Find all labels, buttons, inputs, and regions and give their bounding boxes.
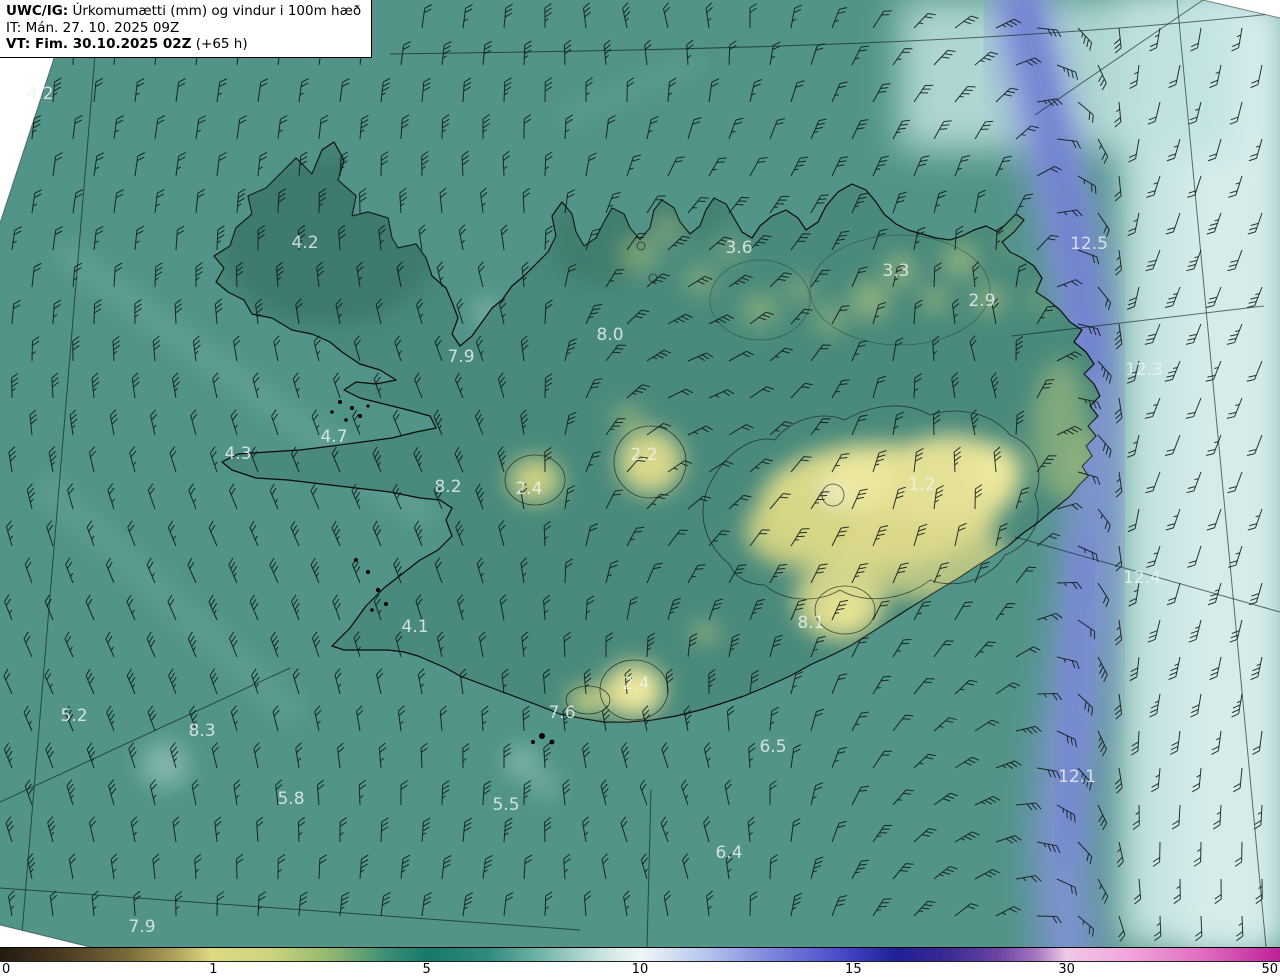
lead-time: (+65 h) xyxy=(191,36,248,52)
colorbar-tick: 30 xyxy=(1058,962,1075,977)
contour-value-label: 2.4 xyxy=(622,674,649,694)
contour-value-label: 2.9 xyxy=(968,291,995,311)
init-time-line: IT: Mán. 27. 10. 2025 09Z xyxy=(6,19,180,36)
contour-value-label: 7.9 xyxy=(447,347,474,367)
contour-value-label: 4.1 xyxy=(401,617,428,637)
contour-value-label: 7.9 xyxy=(128,917,155,937)
contour-value-label: 4.2 xyxy=(291,233,318,253)
contour-value-label: 12.1 xyxy=(1058,767,1096,787)
colorbar xyxy=(0,947,1280,962)
contour-value-label: 7.6 xyxy=(548,703,575,723)
contour-value-label: 4.3 xyxy=(224,444,251,464)
contour-value-label: 5.8 xyxy=(277,789,304,809)
contour-value-label: 8.1 xyxy=(797,613,824,633)
title-box: UWC/IG: Úrkomumætti (mm) og vindur i 100… xyxy=(0,0,373,58)
contour-value-label: 12.4 xyxy=(1123,568,1161,588)
contour-value-label: 4.7 xyxy=(320,427,347,447)
contour-value-label: 8.0 xyxy=(596,325,623,345)
contour-value-label: 2.4 xyxy=(515,479,542,499)
contour-value-label: 6.4 xyxy=(715,843,742,863)
contour-value-label: 3.3 xyxy=(882,261,909,281)
valid-time-line: VT: Fim. 30.10.2025 02Z (+65 h) xyxy=(6,36,361,53)
colorbar-labels: 0 1 5 10 15 30 50 xyxy=(0,962,1280,978)
map-title-line: UWC/IG: Úrkomumætti (mm) og vindur i 100… xyxy=(6,3,361,20)
colorbar-tick: 50 xyxy=(1261,962,1278,977)
contour-value-label: 6.5 xyxy=(759,737,786,757)
contour-value-label: 3.6 xyxy=(725,238,752,258)
contour-value-label: 4.2 xyxy=(26,84,53,104)
contour-value-label: 1.2 xyxy=(908,475,935,495)
map-area: 4.2 4.2 3.6 3.3 2.9 12.5 8.0 7.9 12.3 4.7 4.3 2.2 8.… xyxy=(0,0,1280,947)
valid-time: VT: Fim. 30.10.2025 02Z xyxy=(6,36,192,52)
product-description: Úrkomumætti (mm) og vindur i 100m hæð xyxy=(68,3,362,19)
colorbar-tick: 1 xyxy=(209,962,218,977)
colorbar-tick: 10 xyxy=(631,962,649,977)
colorbar-tick: 5 xyxy=(422,962,431,977)
colorbar-tick: 0 xyxy=(2,962,11,977)
contour-value-label: 5.5 xyxy=(492,795,519,815)
colorbar-tick: 15 xyxy=(845,962,862,977)
product-id: UWC/IG: xyxy=(6,3,69,19)
contour-value-label: 12.3 xyxy=(1125,360,1163,380)
contour-value-label: 8.2 xyxy=(434,477,461,497)
precipitation-wind-map: 4.2 4.2 3.6 3.3 2.9 12.5 8.0 7.9 12.3 4.7 4.3 2.2 8.… xyxy=(0,0,1280,947)
contour-value-label: 2.2 xyxy=(630,445,657,465)
contour-value-label: 8.3 xyxy=(188,721,215,741)
contour-value-label: 12.5 xyxy=(1070,234,1108,254)
contour-value-label: 5.2 xyxy=(60,706,87,726)
